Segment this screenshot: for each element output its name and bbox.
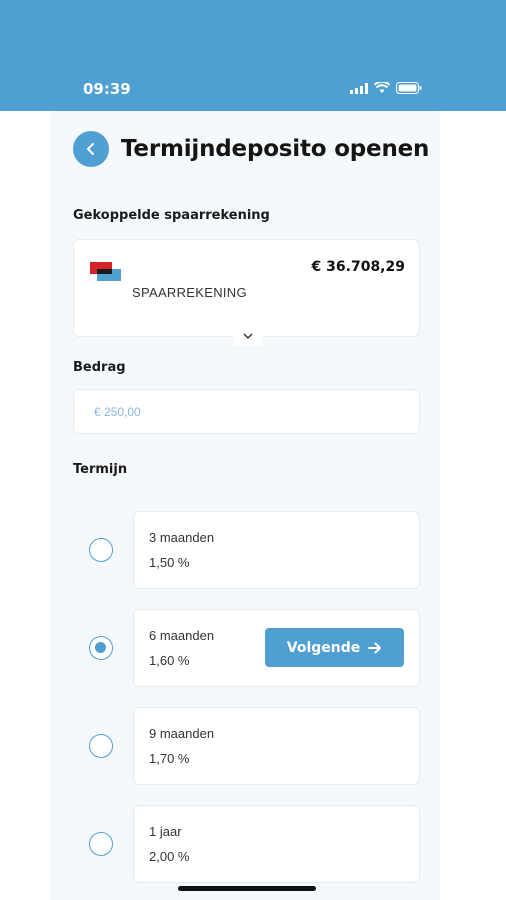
radio-button[interactable] — [89, 538, 113, 562]
signal-icon — [350, 82, 368, 94]
chevron-down-icon — [243, 333, 253, 340]
dropdown-toggle[interactable] — [234, 332, 262, 346]
next-button-label: Volgende — [286, 639, 361, 656]
back-button[interactable] — [73, 131, 109, 167]
status-bar: 09:39 — [0, 0, 506, 111]
wifi-icon — [374, 82, 390, 93]
next-button[interactable]: Volgende — [265, 628, 404, 667]
term-rate: 1,50 % — [149, 555, 190, 570]
page-header: Termijndeposito openen — [73, 131, 429, 167]
term-option-3-months[interactable]: 3 maanden 1,50 % — [73, 511, 420, 589]
term-option-card[interactable]: 3 maanden 1,50 % — [133, 511, 420, 589]
home-indicator — [178, 886, 316, 891]
term-duration: 9 maanden — [149, 726, 215, 741]
page-title: Termijndeposito openen — [121, 136, 430, 162]
term-option-6-months[interactable]: 6 maanden 1,60 % Volgende — [73, 609, 420, 687]
term-rate: 1,60 % — [149, 653, 190, 668]
term-option-card[interactable]: 6 maanden 1,60 % Volgende — [133, 609, 420, 687]
term-duration: 1 jaar — [149, 824, 182, 839]
account-balance: € 36.708,29 — [311, 259, 405, 275]
term-option-card[interactable]: 1 jaar 2,00 % — [133, 805, 420, 883]
status-icons — [350, 82, 422, 94]
amount-field[interactable] — [73, 389, 420, 434]
term-duration: 6 maanden — [149, 628, 215, 643]
term-rate: 2,00 % — [149, 849, 190, 864]
bank-card-icon — [90, 262, 121, 281]
radio-button-selected[interactable] — [89, 636, 113, 660]
chevron-left-icon — [87, 143, 94, 155]
account-type: SPAARREKENING — [132, 285, 247, 300]
amount-label: Bedrag — [73, 360, 126, 375]
linked-account-label: Gekoppelde spaarrekening — [73, 208, 270, 223]
term-rate: 1,70 % — [149, 751, 190, 766]
term-option-9-months[interactable]: 9 maanden 1,70 % — [73, 707, 420, 785]
amount-input[interactable] — [74, 390, 419, 433]
term-duration: 3 maanden — [149, 530, 215, 545]
battery-icon — [396, 82, 422, 94]
linked-account-selector[interactable]: SPAARREKENING € 36.708,29 — [73, 239, 420, 346]
term-option-1-year[interactable]: 1 jaar 2,00 % — [73, 805, 420, 883]
radio-button[interactable] — [89, 832, 113, 856]
arrow-right-icon — [368, 642, 382, 653]
term-label: Termijn — [73, 462, 128, 477]
radio-button[interactable] — [89, 734, 113, 758]
term-option-card[interactable]: 9 maanden 1,70 % — [133, 707, 420, 785]
status-time: 09:39 — [83, 80, 131, 98]
